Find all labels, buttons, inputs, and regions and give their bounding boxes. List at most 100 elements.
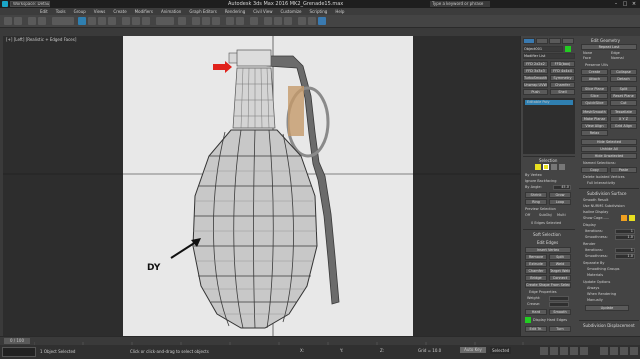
cut-button[interactable]: Cut — [610, 100, 637, 106]
mod-btn-ffd4[interactable]: FFD 4x4x4 — [550, 68, 575, 74]
angle-spinner[interactable]: 45.0 — [553, 185, 571, 190]
subdivision-displacement-rollout-title[interactable]: Subdivision Displacement — [583, 323, 635, 328]
constraint-normal-radio[interactable]: Normal — [611, 56, 624, 60]
curve-editor-icon[interactable] — [264, 17, 272, 25]
create-button[interactable]: Create — [581, 69, 608, 75]
app-logo-icon[interactable] — [2, 1, 8, 7]
detach-button[interactable]: Detach — [610, 76, 637, 82]
menu-customize[interactable]: Customize — [281, 8, 302, 15]
tessellate-button[interactable]: Tessellate — [610, 109, 637, 115]
close-icon[interactable]: × — [630, 1, 638, 7]
preview-multi-radio[interactable]: Multi — [557, 213, 566, 217]
menu-edit[interactable]: Edit — [40, 8, 48, 15]
split-edge-button[interactable]: Split — [549, 254, 571, 260]
move-icon[interactable] — [122, 17, 130, 25]
preview-off-radio[interactable]: Off — [525, 213, 530, 217]
update-button[interactable]: Update — [585, 305, 629, 311]
materials-checkbox[interactable]: Materials — [587, 273, 603, 277]
polygon-mode-icon[interactable] — [559, 164, 565, 170]
smoothing-groups-checkbox[interactable]: Smoothing Groups — [587, 267, 620, 271]
angle-snap-icon[interactable] — [202, 17, 210, 25]
constraint-face-radio[interactable]: Face — [583, 56, 591, 60]
selection-filter-dropdown[interactable] — [52, 17, 74, 25]
view-align-button[interactable]: View Align — [581, 123, 608, 129]
select-by-name-icon[interactable] — [88, 17, 96, 25]
border-mode-icon[interactable] — [551, 164, 557, 170]
slice-plane-button[interactable]: Slice Plane — [581, 86, 608, 92]
play-icon[interactable] — [560, 347, 568, 355]
select-object-icon[interactable] — [78, 17, 86, 25]
attach-button[interactable]: Attach — [581, 76, 608, 82]
key-mode-dropdown[interactable]: Selected — [490, 347, 512, 354]
snaps-toggle-icon[interactable] — [192, 17, 200, 25]
next-frame-icon[interactable] — [570, 347, 578, 355]
menu-create[interactable]: Create — [113, 8, 126, 15]
mod-btn-ffd3[interactable]: FFD 3x3x3 — [523, 68, 548, 74]
redo-icon[interactable] — [14, 17, 22, 25]
pivot-center-icon[interactable] — [178, 17, 186, 25]
auto-key-button[interactable]: Auto Key — [460, 347, 486, 353]
use-nurms-checkbox[interactable]: Use NURMS Subdivision — [583, 204, 625, 208]
grow-button[interactable]: Grow — [549, 192, 571, 198]
mod-btn-shell[interactable]: Shell — [550, 89, 575, 95]
vertex-mode-icon[interactable] — [535, 164, 541, 170]
split-checkbox[interactable]: Split — [610, 86, 637, 92]
relax-button[interactable]: Relax — [581, 130, 608, 136]
pan-icon[interactable] — [620, 347, 628, 355]
hard-button[interactable]: Hard — [525, 309, 547, 315]
hide-unselected-button[interactable]: Hide Unselected — [581, 153, 637, 159]
reset-plane-button[interactable]: Reset Plane — [610, 93, 637, 99]
edit-geometry-rollout-title[interactable]: Edit Geometry — [591, 38, 620, 43]
full-interactivity-checkbox[interactable]: Full Interactivity — [587, 181, 615, 185]
rectangular-selection-icon[interactable] — [98, 17, 106, 25]
edit-edges-rollout-title[interactable]: Edit Edges — [537, 240, 558, 245]
time-slider-thumb[interactable]: 0 / 100 — [4, 338, 30, 344]
rendered-frame-window-icon[interactable] — [308, 17, 316, 25]
slice-button[interactable]: Slice — [581, 93, 608, 99]
grid-align-button[interactable]: Grid Align — [610, 123, 637, 129]
minimize-icon[interactable]: – — [612, 1, 620, 7]
copy-button[interactable]: Copy — [581, 167, 608, 173]
weight-spinner[interactable] — [549, 296, 569, 301]
modifier-stack[interactable]: Editable Poly — [523, 98, 575, 154]
weld-button[interactable]: Weld — [549, 261, 571, 267]
quickslice-button[interactable]: QuickSlice — [581, 100, 608, 106]
mod-btn-ffd2[interactable]: FFD 2x2x2 — [523, 61, 548, 67]
create-shape-button[interactable]: Create Shape From Selection — [525, 282, 571, 288]
xyz-buttons[interactable]: X Y Z — [610, 116, 637, 122]
schematic-view-icon[interactable] — [274, 17, 282, 25]
window-crossing-icon[interactable] — [108, 17, 116, 25]
search-input[interactable]: Type a keyword or phrase — [430, 1, 490, 7]
go-to-end-icon[interactable] — [580, 347, 588, 355]
remove-button[interactable]: Remove — [525, 254, 547, 260]
menu-rendering[interactable]: Rendering — [225, 8, 245, 15]
menu-civil-view[interactable]: Civil View — [253, 8, 272, 15]
percent-snap-icon[interactable] — [212, 17, 220, 25]
ignore-backfacing-checkbox[interactable]: Ignore Backfacing — [525, 179, 556, 183]
repeat-last-button[interactable]: Repeat Last — [581, 44, 637, 50]
soft-selection-rollout-title[interactable]: Soft Selection — [533, 232, 561, 237]
mod-btn-chamfer[interactable]: Chamfer — [550, 82, 575, 88]
hierarchy-tab-icon[interactable] — [549, 38, 561, 44]
always-radio[interactable]: Always — [587, 286, 599, 290]
preview-subobj-radio[interactable]: SubObj — [539, 213, 552, 217]
mirror-icon[interactable] — [226, 17, 234, 25]
workspace-dropdown[interactable]: Workspace: Default — [10, 1, 50, 7]
stack-item-editable-poly[interactable]: Editable Poly — [525, 100, 573, 105]
by-vertex-checkbox[interactable]: By Vertex — [525, 173, 542, 177]
by-angle-checkbox[interactable]: By Angle: — [525, 185, 542, 189]
chamfer-button[interactable]: Chamfer — [525, 268, 547, 274]
viewport-label[interactable]: [+] [Left] [Realistic + Edged Faces] — [6, 37, 76, 42]
align-icon[interactable] — [236, 17, 244, 25]
modifier-list-dropdown[interactable]: Modifier List — [523, 53, 575, 59]
cage-color-swatch[interactable] — [621, 215, 627, 221]
isoline-display-checkbox[interactable]: Isoline Display — [583, 210, 608, 214]
reference-coordinate-dropdown[interactable] — [156, 17, 174, 25]
preserve-uvs-checkbox[interactable]: Preserve UVs — [585, 63, 608, 67]
paste-button[interactable]: Paste — [610, 167, 637, 173]
delete-isolated-checkbox[interactable]: Delete Isolated Vertices — [583, 175, 625, 179]
go-to-start-icon[interactable] — [540, 347, 548, 355]
constraint-none-radio[interactable]: None — [583, 51, 592, 55]
mod-btn-symmetry[interactable]: Symmetry — [550, 75, 575, 81]
smooth-result-checkbox[interactable]: Smooth Result — [583, 198, 608, 202]
